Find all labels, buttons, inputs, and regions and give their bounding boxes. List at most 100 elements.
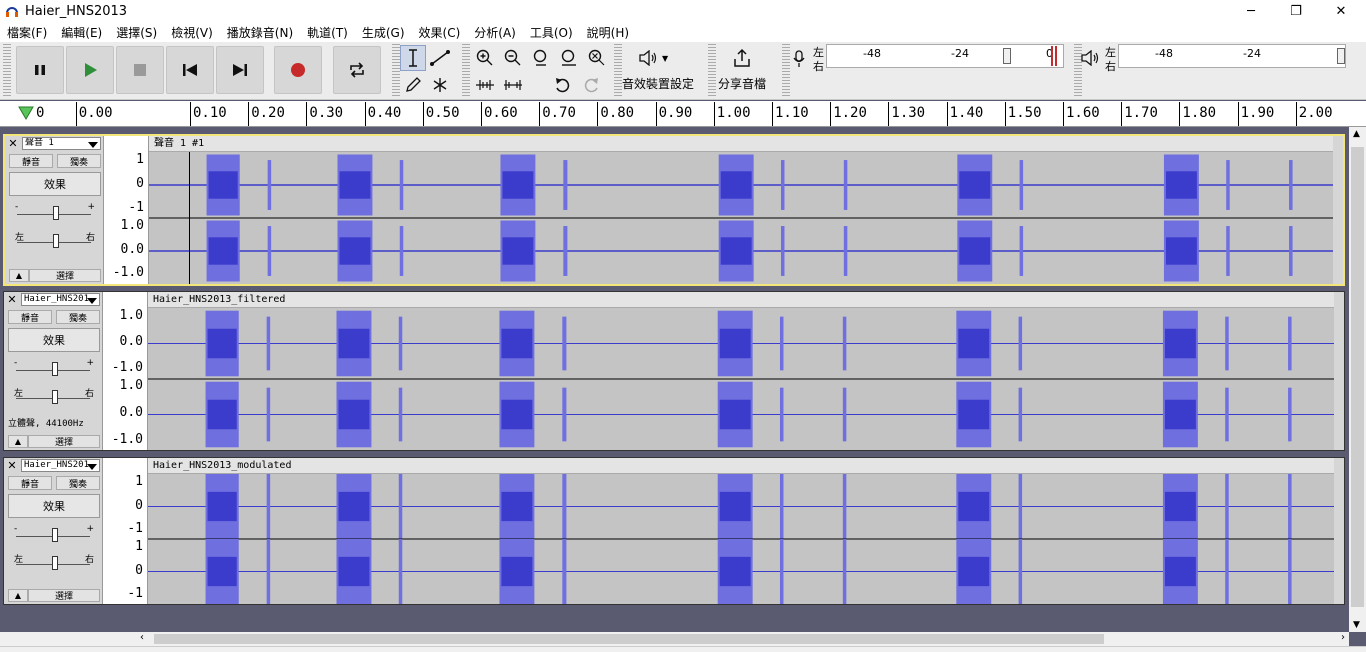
effects-button[interactable]: 效果 [9,172,101,196]
slider-thumb[interactable] [53,206,59,220]
envelope-tool-button[interactable] [427,45,453,71]
track-resize-handle[interactable] [1334,292,1344,450]
solo-button[interactable]: 獨奏 [57,154,101,168]
record-level-meter[interactable]: -48 -24 0 [826,44,1064,68]
clip-title[interactable]: Haier_HNS2013_modulated [148,458,1334,474]
record-volume-slider[interactable] [1003,48,1011,64]
audio-track[interactable]: ✕ Haier_HNS201 靜音 獨奏 效果 - + 左 右 立體聲, 441… [3,291,1345,451]
pan-slider[interactable]: 左 右 [8,552,98,574]
scrollbar-thumb[interactable] [154,634,1104,644]
menu-tracks[interactable]: 軌道(T) [300,24,355,41]
effects-button[interactable]: 效果 [8,494,100,518]
gain-slider[interactable]: - + [8,524,98,546]
vertical-scale[interactable]: 1.0 0.0 -1.0 1.0 0.0 -1.0 [102,292,148,450]
undo-button[interactable] [550,72,576,98]
toolbar-grip[interactable] [708,44,716,96]
skip-to-start-button[interactable] [166,46,214,94]
toolbar-grip[interactable] [3,44,11,96]
pan-slider[interactable]: 左 右 [8,386,98,408]
audio-track[interactable]: ✕ 聲音 1 靜音 獨奏 效果 - + 左 右 ▲ 選擇 1 0 -1 1.0 … [3,134,1345,286]
select-track-button[interactable]: 選擇 [28,589,100,602]
play-level-meter[interactable]: -48 -24 [1118,44,1346,68]
menu-file[interactable]: 檔案(F) [0,24,54,41]
select-track-button[interactable]: 選擇 [29,269,101,282]
effects-button[interactable]: 效果 [8,328,100,352]
zoom-toggle-button[interactable] [584,45,610,71]
collapse-track-button[interactable]: ▲ [8,589,28,602]
skip-to-end-button[interactable] [216,46,264,94]
scrollbar-thumb[interactable] [1351,147,1364,607]
fit-project-button[interactable] [556,45,582,71]
mute-button[interactable]: 靜音 [8,476,52,490]
fit-selection-button[interactable] [528,45,554,71]
toolbar-grip[interactable] [782,44,790,96]
menu-edit[interactable]: 編輯(E) [54,24,109,41]
track-resize-handle[interactable] [1334,458,1344,604]
record-button[interactable] [274,46,322,94]
track-name-dropdown[interactable]: Haier_HNS201 [21,459,100,472]
menu-tools[interactable]: 工具(O) [523,24,580,41]
slider-thumb[interactable] [53,234,59,248]
track-resize-handle[interactable] [1333,136,1343,284]
draw-tool-button[interactable] [400,72,426,98]
restore-icon[interactable]: ❐ [1273,0,1319,22]
speaker-dropdown[interactable]: ▼ [638,50,668,66]
waveform-area[interactable]: 聲音 1 #1 [149,136,1333,284]
menu-view[interactable]: 檢視(V) [164,24,220,41]
pause-button[interactable] [16,46,64,94]
close-icon[interactable]: ✕ [1318,0,1364,22]
solo-button[interactable]: 獨奏 [56,310,100,324]
trim-audio-button[interactable] [472,72,498,98]
slider-thumb[interactable] [52,528,58,542]
select-track-button[interactable]: 選擇 [28,435,100,448]
speaker-icon[interactable] [1080,50,1100,66]
collapse-track-button[interactable]: ▲ [8,435,28,448]
menu-analyze[interactable]: 分析(A) [467,24,523,41]
toolbar-grip[interactable] [462,44,470,96]
stop-button[interactable] [116,46,164,94]
toolbar-grip[interactable] [614,44,622,96]
multi-tool-button[interactable] [427,72,453,98]
track-name-dropdown[interactable]: 聲音 1 [22,137,101,150]
mute-button[interactable]: 靜音 [9,154,53,168]
slider-thumb[interactable] [52,556,58,570]
redo-button[interactable] [578,72,604,98]
menu-help[interactable]: 說明(H) [580,24,636,41]
mute-button[interactable]: 靜音 [8,310,52,324]
scroll-left-icon[interactable]: ‹ [140,632,144,643]
vertical-scrollbar[interactable]: ▲ ▼ [1349,127,1366,632]
menu-effect[interactable]: 效果(C) [412,24,468,41]
menu-transport[interactable]: 播放錄音(N) [220,24,300,41]
waveform-area[interactable]: Haier_HNS2013_filtered [148,292,1334,450]
track-name-dropdown[interactable]: Haier_HNS201 [21,293,100,306]
pan-slider[interactable]: 左 右 [9,230,99,252]
audio-setup-label[interactable]: 音效裝置設定 [622,75,694,92]
scroll-down-icon[interactable]: ▼ [1353,620,1360,630]
scroll-up-icon[interactable]: ▲ [1353,129,1360,139]
zoom-in-button[interactable] [472,45,498,71]
play-button[interactable] [66,46,114,94]
toolbar-grip[interactable] [392,44,400,96]
share-icon[interactable] [732,48,752,71]
close-icon[interactable]: ✕ [7,138,19,150]
timeline-ruler[interactable]: 0 0.00 0.10 0.20 0.30 0.40 0.50 0.60 0.70 0.80 0.9… [0,101,1366,127]
vertical-scale[interactable]: 1 0 -1 1 0 -1 [102,458,148,604]
waveform-area[interactable]: Haier_HNS2013_modulated [148,458,1334,604]
collapse-track-button[interactable]: ▲ [9,269,29,282]
clip-title[interactable]: Haier_HNS2013_filtered [148,292,1334,308]
solo-button[interactable]: 獨奏 [56,476,100,490]
close-icon[interactable]: ✕ [6,460,18,472]
gain-slider[interactable]: - + [8,358,98,380]
microphone-icon[interactable] [792,50,806,68]
vertical-scale[interactable]: 1 0 -1 1.0 0.0 -1.0 [103,136,149,284]
play-head-triangle-icon[interactable] [18,106,34,120]
menu-select[interactable]: 選擇(S) [109,24,164,41]
zoom-out-button[interactable] [500,45,526,71]
selection-tool-button[interactable] [400,45,426,71]
audio-track[interactable]: ✕ Haier_HNS201 靜音 獨奏 效果 - + 左 右 ▲ 選擇 1 0… [3,457,1345,605]
play-volume-slider[interactable] [1337,48,1345,64]
loop-button[interactable] [333,46,381,94]
silence-audio-button[interactable] [500,72,526,98]
horizontal-scrollbar[interactable]: ‹ › [136,632,1349,646]
slider-thumb[interactable] [52,390,58,404]
